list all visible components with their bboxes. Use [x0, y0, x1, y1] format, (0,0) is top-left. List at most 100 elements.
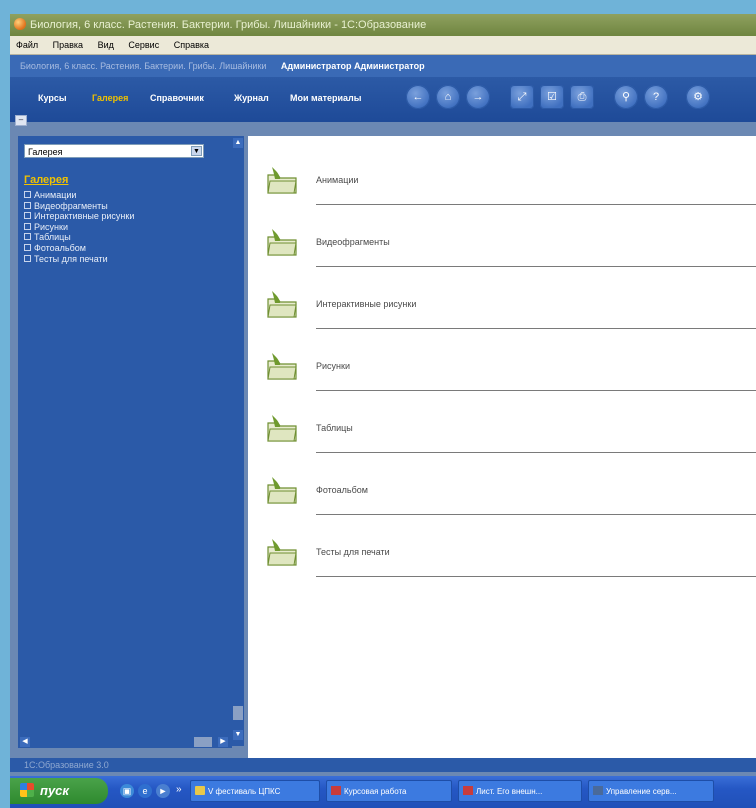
scroll-thumb[interactable] [233, 706, 243, 720]
back-icon[interactable]: ← [406, 85, 430, 109]
media-icon[interactable]: ► [156, 784, 170, 798]
menu-view[interactable]: Вид [98, 36, 114, 54]
browser-icon[interactable]: e [138, 784, 152, 798]
collapse-panel-button[interactable]: – [15, 115, 27, 126]
gallery-item-label[interactable]: Анимации [316, 175, 358, 185]
taskbar: пуск ▣ e ► » V фестиваль ЦПКС Курсовая р… [10, 776, 756, 808]
expand-icon[interactable] [24, 222, 31, 230]
start-label: пуск [40, 783, 69, 798]
scroll-left-icon[interactable]: ◀ [20, 737, 30, 747]
tree-item[interactable]: Интерактивные рисунки [24, 211, 134, 222]
scroll-thumb[interactable] [194, 737, 212, 747]
folder-icon [267, 415, 297, 442]
desktop-icon[interactable]: ▣ [120, 784, 134, 798]
search-icon[interactable]: ⚲ [614, 85, 638, 109]
tree-item[interactable]: Рисунки [24, 222, 134, 233]
nav-toolbar: Курсы Галерея Справочник Журнал Мои мате… [10, 77, 756, 122]
tree-item[interactable]: Видеофрагменты [24, 201, 134, 212]
tree-item-label: Фотоальбом [34, 242, 86, 253]
fullscreen-icon[interactable]: ⤢ [510, 85, 534, 109]
forward-icon[interactable]: → [466, 85, 490, 109]
help-icon[interactable]: ? [644, 85, 668, 109]
taskbar-item-label: Курсовая работа [344, 787, 407, 796]
divider [316, 452, 756, 453]
tree-item[interactable]: Таблицы [24, 232, 134, 243]
gallery-item-label[interactable]: Таблицы [316, 423, 353, 433]
gallery-item[interactable]: Фотоальбом [248, 471, 756, 533]
tree-item[interactable]: Фотоальбом [24, 243, 134, 254]
chevron-right-icon[interactable]: » [176, 784, 182, 795]
section-dropdown[interactable]: Галерея ▼ [24, 144, 204, 158]
tab-my-materials[interactable]: Мои материалы [290, 93, 361, 103]
divider [316, 576, 756, 577]
print-icon[interactable]: ⎙ [570, 85, 594, 109]
gallery-item[interactable]: Интерактивные рисунки [248, 285, 756, 347]
menu-file[interactable]: Файл [16, 36, 38, 54]
folder-icon [267, 291, 297, 318]
gallery-item[interactable]: Видеофрагменты [248, 223, 756, 285]
expand-icon[interactable] [24, 254, 31, 262]
gallery-item[interactable]: Таблицы [248, 409, 756, 471]
gallery-item-label[interactable]: Фотоальбом [316, 485, 368, 495]
document-icon [331, 786, 341, 795]
tab-journal[interactable]: Журнал [234, 93, 269, 103]
expand-icon[interactable] [24, 191, 31, 198]
dropdown-value: Галерея [28, 147, 63, 157]
menu-help[interactable]: Справка [174, 36, 209, 54]
taskbar-item[interactable]: Лист. Его внешн... [458, 780, 582, 802]
sidebar-vertical-scrollbar[interactable]: ▲ ▼ [232, 136, 244, 746]
scroll-right-icon[interactable]: ▶ [218, 737, 228, 747]
expand-icon[interactable] [24, 201, 31, 209]
title-bar: Биология, 6 класс. Растения. Бактерии. Г… [10, 14, 756, 36]
chevron-down-icon[interactable]: ▼ [191, 146, 202, 156]
info-bar: Биология, 6 класс. Растения. Бактерии. Г… [10, 55, 756, 77]
menu-edit[interactable]: Правка [53, 36, 83, 54]
gallery-item[interactable]: Тесты для печати [248, 533, 756, 595]
tree-title-gallery[interactable]: Галерея [24, 174, 68, 186]
folder-icon [267, 167, 297, 194]
tree-item-label: Рисунки [34, 221, 68, 232]
gallery-item-label[interactable]: Интерактивные рисунки [316, 299, 416, 309]
sidebar: Галерея ▼ Галерея Анимации Видеофрагмент… [18, 136, 232, 746]
gallery-item-label[interactable]: Рисунки [316, 361, 350, 371]
tab-gallery[interactable]: Галерея [92, 93, 128, 103]
expand-icon[interactable] [24, 233, 31, 241]
document-icon [463, 786, 473, 795]
scroll-down-icon[interactable]: ▼ [233, 730, 243, 740]
divider [316, 514, 756, 515]
gallery-item-label[interactable]: Тесты для печати [316, 547, 390, 557]
bookmark-icon[interactable]: ☑ [540, 85, 564, 109]
start-button[interactable]: пуск [10, 778, 108, 804]
tab-courses[interactable]: Курсы [38, 93, 67, 103]
gallery-item[interactable]: Анимации [248, 161, 756, 223]
menu-service[interactable]: Сервис [128, 36, 159, 54]
folder-icon [267, 539, 297, 566]
taskbar-item[interactable]: Курсовая работа [326, 780, 452, 802]
taskbar-item-label: Лист. Его внешн... [476, 787, 543, 796]
divider [316, 204, 756, 205]
folder-icon [267, 229, 297, 256]
expand-icon[interactable] [24, 243, 31, 251]
taskbar-item[interactable]: Управление серв... [588, 780, 714, 802]
tree-item[interactable]: Тесты для печати [24, 254, 134, 265]
settings-icon[interactable]: ⚙ [686, 85, 710, 109]
gallery-item[interactable]: Рисунки [248, 347, 756, 409]
folder-icon [195, 786, 205, 795]
tree-item-label: Анимации [34, 190, 77, 200]
user-name[interactable]: Администратор Администратор [281, 61, 425, 71]
sidebar-horizontal-scrollbar[interactable]: ◀ ▶ [18, 736, 232, 748]
divider [316, 266, 756, 267]
gallery-tree: Анимации Видеофрагменты Интерактивные ри… [24, 190, 134, 264]
tree-item[interactable]: Анимации [24, 190, 134, 201]
gallery-item-label[interactable]: Видеофрагменты [316, 237, 390, 247]
scroll-up-icon[interactable]: ▲ [233, 138, 243, 148]
home-icon[interactable]: ⌂ [436, 85, 460, 109]
app-icon [593, 786, 603, 795]
expand-icon[interactable] [24, 212, 31, 220]
tab-reference[interactable]: Справочник [150, 93, 204, 103]
windows-logo-icon [20, 783, 34, 797]
taskbar-item[interactable]: V фестиваль ЦПКС [190, 780, 320, 802]
divider [316, 390, 756, 391]
status-bar: 1С:Образование 3.0 [10, 758, 756, 772]
folder-icon [267, 353, 297, 380]
